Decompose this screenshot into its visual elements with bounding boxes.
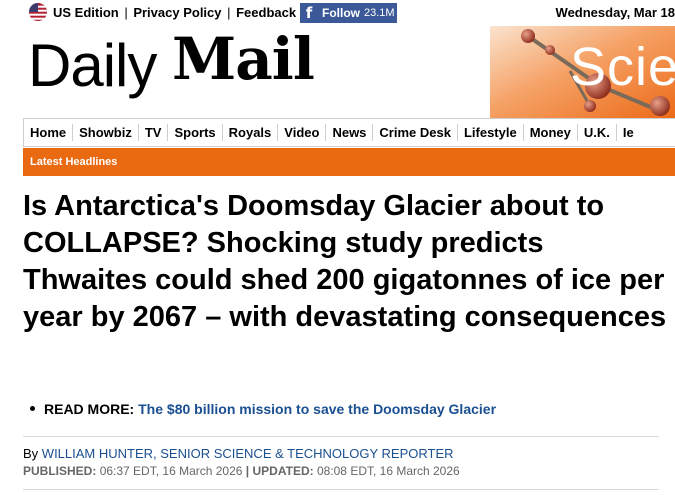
nav-item-showbiz[interactable]: Showbiz (73, 124, 139, 141)
facebook-follow-count: 23.1M (364, 7, 395, 19)
privacy-policy-link[interactable]: Privacy Policy (133, 5, 221, 20)
current-date: Wednesday, Mar 18 (555, 5, 675, 20)
article-headline: Is Antarctica's Doomsday Glacier about t… (23, 190, 667, 333)
read-more-link[interactable]: The $80 billion mission to save the Doom… (138, 401, 496, 417)
bullet-icon (30, 405, 35, 411)
us-edition-link[interactable]: US Edition (53, 5, 119, 20)
updated-time: 08:08 EDT, 16 March 2026 (316, 464, 460, 478)
nav-item-royals[interactable]: Royals (223, 124, 279, 141)
nav-item-video[interactable]: Video (278, 124, 327, 141)
separator: | (120, 5, 132, 20)
read-more-label: READ MORE: (44, 401, 135, 417)
read-more: READ MORE: The $80 billion mission to sa… (30, 401, 496, 417)
nav-item-news[interactable]: News (326, 124, 374, 141)
science-section-banner[interactable]: Scie (490, 26, 675, 118)
byline-prefix: By (23, 446, 39, 461)
published-time: 06:37 EDT, 16 March 2026 (99, 464, 243, 478)
main-nav: Home Showbiz TV Sports Royals Video News… (23, 118, 675, 147)
masthead: Daily Mail Scie (0, 26, 675, 118)
feedback-link[interactable]: Feedback (236, 5, 296, 20)
nav-item-money[interactable]: Money (524, 124, 578, 141)
date-separator: | (245, 464, 250, 478)
science-banner-text: Scie (570, 37, 675, 97)
latest-headlines-bar[interactable]: Latest Headlines (23, 148, 675, 176)
byline: By WILLIAM HUNTER, SENIOR SCIENCE & TECH… (23, 446, 454, 461)
facebook-icon: f (305, 4, 313, 22)
separator: | (223, 5, 235, 20)
published-label: PUBLISHED: (23, 464, 97, 478)
nav-item-home[interactable]: Home (24, 124, 74, 141)
facebook-follow-label: Follow (322, 6, 360, 20)
nav-item-lifestyle[interactable]: Lifestyle (458, 124, 524, 141)
author-link[interactable]: WILLIAM HUNTER, SENIOR SCIENCE & TECHNOL… (42, 446, 454, 461)
facebook-follow-button[interactable]: f Follow 23.1M (300, 3, 397, 23)
top-bar: US Edition | Privacy Policy | Feedback f… (0, 0, 675, 26)
logo-mail[interactable]: Mail (172, 30, 315, 88)
updated-label: UPDATED: (252, 464, 314, 478)
nav-item-crime-desk[interactable]: Crime Desk (373, 124, 458, 141)
logo-daily[interactable]: Daily (28, 36, 157, 96)
nav-item-tv[interactable]: TV (139, 124, 169, 141)
divider (23, 489, 659, 490)
nav-item-ireland[interactable]: Ie (617, 124, 640, 141)
publish-info: PUBLISHED: 06:37 EDT, 16 March 2026 | UP… (23, 464, 460, 478)
us-flag-icon[interactable] (29, 3, 47, 21)
nav-item-sports[interactable]: Sports (168, 124, 223, 141)
divider (23, 436, 659, 437)
nav-item-uk[interactable]: U.K. (578, 124, 617, 141)
